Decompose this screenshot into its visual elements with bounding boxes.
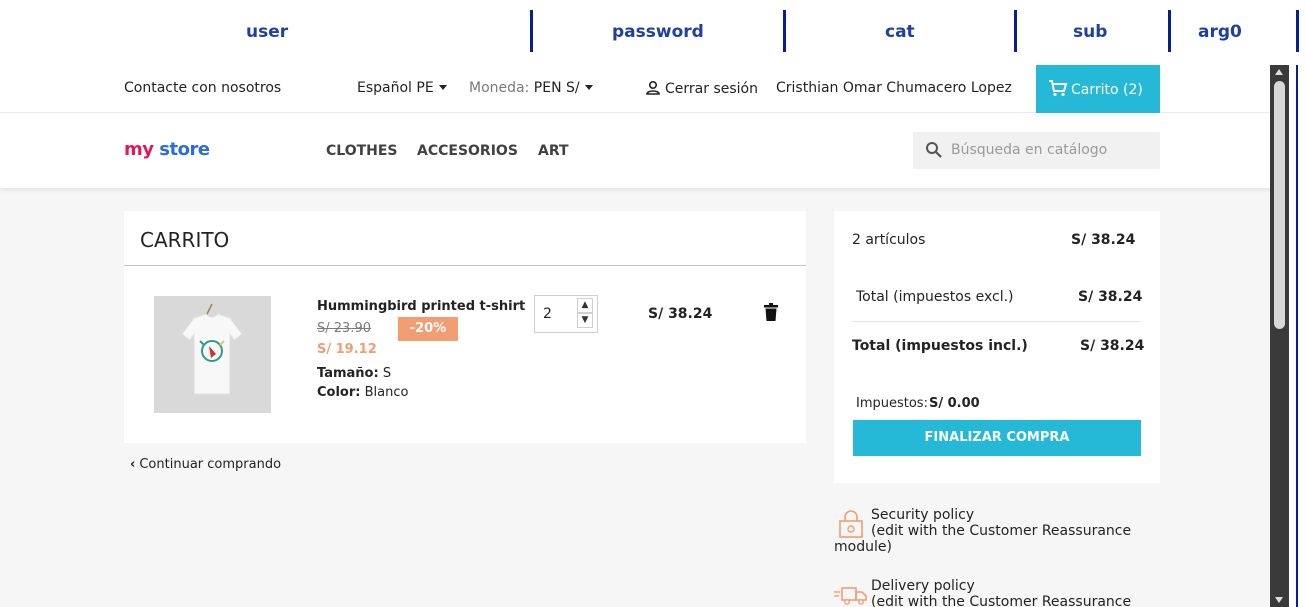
- cart-card: CARRITO Hummingbird printed t-shirt S/ 2…: [124, 211, 806, 443]
- items-subtotal: S/ 38.24: [1071, 232, 1136, 248]
- language-label: Español PE: [357, 80, 434, 96]
- logout-link[interactable]: Cerrar sesión: [645, 80, 758, 97]
- total-excl-label: Total (impuestos excl.): [856, 289, 1014, 305]
- divider: [852, 321, 1141, 322]
- product-price: S/ 19.12: [317, 342, 377, 357]
- quantity-buttons: ▲ ▼: [577, 298, 595, 330]
- frame-border: [1296, 65, 1298, 607]
- total-incl-value: S/ 38.24: [1080, 338, 1145, 354]
- divider: [124, 265, 806, 266]
- tshirt-icon: [154, 296, 271, 413]
- cart-summary: 2 artículos S/ 38.24 Total (impuestos ex…: [834, 211, 1160, 483]
- search-input[interactable]: Búsqueda en catálogo: [913, 132, 1160, 169]
- cart-label: Carrito (2): [1071, 82, 1143, 98]
- total-excl-value: S/ 38.24: [1078, 289, 1143, 305]
- language-selector[interactable]: Español PE: [357, 80, 447, 96]
- line-total: S/ 38.24: [648, 306, 713, 322]
- reassurance-title: Security policy: [871, 507, 975, 523]
- reassurance-desc: (edit with the Customer Reassurance: [871, 594, 1132, 607]
- reassurance-title: Delivery policy: [871, 578, 975, 594]
- param-cat: cat: [885, 22, 915, 42]
- color-label: Color:: [317, 385, 361, 400]
- menu-accesorios[interactable]: ACCESORIOS: [417, 143, 518, 159]
- trash-icon[interactable]: [764, 303, 778, 321]
- param-password: password: [612, 22, 704, 42]
- currency-value: PEN S/: [533, 80, 580, 96]
- logout-label: Cerrar sesión: [665, 81, 758, 97]
- account-link[interactable]: Cristhian Omar Chumacero Lopez: [776, 80, 1012, 96]
- search-icon: [926, 142, 942, 158]
- reassurance-desc: (edit with the Customer Reassurance: [871, 523, 1132, 539]
- size-label: Tamaño:: [317, 366, 379, 381]
- param-divider: [783, 10, 786, 52]
- taxes-value: S/ 0.00: [929, 396, 980, 411]
- param-divider: [530, 10, 533, 52]
- cart-icon: [1049, 80, 1068, 97]
- reassurance-security: Security policy (edit with the Customer …: [834, 507, 1144, 559]
- store-page: Contacte con nosotros Español PE Moneda:…: [0, 65, 1289, 607]
- product-name-link[interactable]: Hummingbird printed t-shirt: [317, 299, 525, 314]
- discount-badge: -20%: [398, 317, 458, 341]
- chevron-down-icon: [438, 85, 447, 90]
- color-value: Blanco: [364, 385, 409, 400]
- reassurance-delivery: Delivery policy (edit with the Customer …: [834, 578, 1144, 607]
- logo-store: store: [159, 139, 210, 160]
- chevron-down-icon: [584, 85, 593, 90]
- contact-link[interactable]: Contacte con nosotros: [124, 80, 281, 96]
- scroll-up-icon[interactable]: [1275, 69, 1283, 75]
- parameter-header: user password cat sub arg0: [0, 0, 1306, 65]
- size-value: S: [382, 366, 392, 381]
- cart-title: CARRITO: [140, 228, 230, 252]
- quantity-stepper[interactable]: 2 ▲ ▼: [534, 295, 598, 333]
- chevron-down-icon[interactable]: ▼: [577, 313, 593, 328]
- param-sub: sub: [1073, 22, 1108, 42]
- scrollbar-thumb[interactable]: [1274, 81, 1285, 329]
- product-color: Color: Blanco: [317, 385, 408, 400]
- param-arg0: arg0: [1198, 22, 1242, 42]
- product-size: Tamaño: S: [317, 366, 391, 381]
- continue-label: Continuar comprando: [139, 457, 282, 472]
- search-placeholder: Búsqueda en catálogo: [951, 142, 1108, 158]
- scroll-down-icon[interactable]: [1275, 597, 1283, 603]
- quantity-value[interactable]: 2: [543, 306, 552, 322]
- reassurance-desc-2: module): [834, 539, 892, 555]
- top-bar: Contacte con nosotros Español PE Moneda:…: [0, 65, 1289, 113]
- continue-shopping-link[interactable]: ‹ Continuar comprando: [130, 457, 281, 472]
- product-regular-price: S/ 23.90: [317, 321, 371, 336]
- chevron-up-icon[interactable]: ▲: [577, 298, 593, 313]
- nav-bar: my store CLOTHES ACCESORIOS ART Búsqueda…: [0, 113, 1289, 188]
- chevron-left-icon: ‹: [130, 457, 136, 472]
- items-count: 2 artículos: [852, 232, 926, 248]
- user-icon: [646, 80, 660, 95]
- param-divider: [1296, 10, 1299, 52]
- param-divider: [1014, 10, 1017, 52]
- menu-art[interactable]: ART: [538, 143, 569, 159]
- taxes-label: Impuestos:: [856, 396, 928, 411]
- truck-icon: [834, 587, 867, 605]
- param-divider: [1168, 10, 1171, 52]
- total-incl-label: Total (impuestos incl.): [852, 338, 1028, 354]
- logo-my: my: [124, 139, 154, 160]
- param-user: user: [246, 22, 289, 42]
- lock-icon: [839, 510, 863, 538]
- currency-label: Moneda:: [469, 80, 530, 96]
- menu-clothes[interactable]: CLOTHES: [326, 143, 398, 159]
- scrollbar[interactable]: [1270, 65, 1289, 607]
- checkout-button[interactable]: FINALIZAR COMPRA: [853, 420, 1141, 456]
- store-logo[interactable]: my store: [124, 139, 210, 160]
- cart-button[interactable]: Carrito (2): [1036, 65, 1160, 113]
- currency-selector[interactable]: Moneda: PEN S/: [469, 80, 593, 96]
- product-image[interactable]: [154, 296, 271, 413]
